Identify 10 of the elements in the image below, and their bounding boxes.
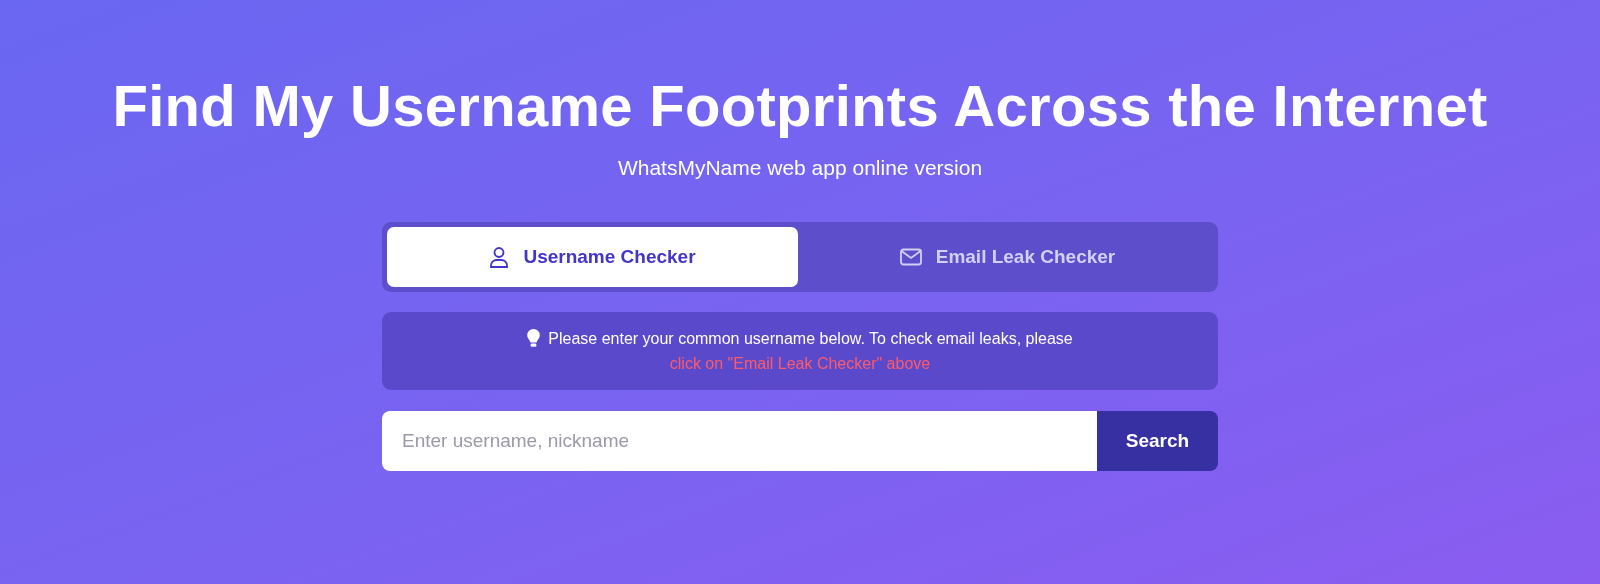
tab[interactable]: Email Leak Checker <box>802 227 1213 287</box>
page-title: Find My Username Footprints Across the Internet <box>112 72 1488 140</box>
page-subtitle: WhatsMyName web app online version <box>617 155 983 181</box>
tab[interactable]: Username Checker <box>387 227 798 287</box>
search-button[interactable]: Search <box>1097 411 1218 471</box>
notice-text: Please enter your common username below. To check email leaks, please click on "Email Leak Checker" above <box>442 326 1158 376</box>
user-icon <box>489 246 510 268</box>
envelope-icon <box>899 248 922 266</box>
lightbulb-icon <box>527 329 541 347</box>
username-field[interactable]: Enter username, nickname <box>382 411 1097 471</box>
